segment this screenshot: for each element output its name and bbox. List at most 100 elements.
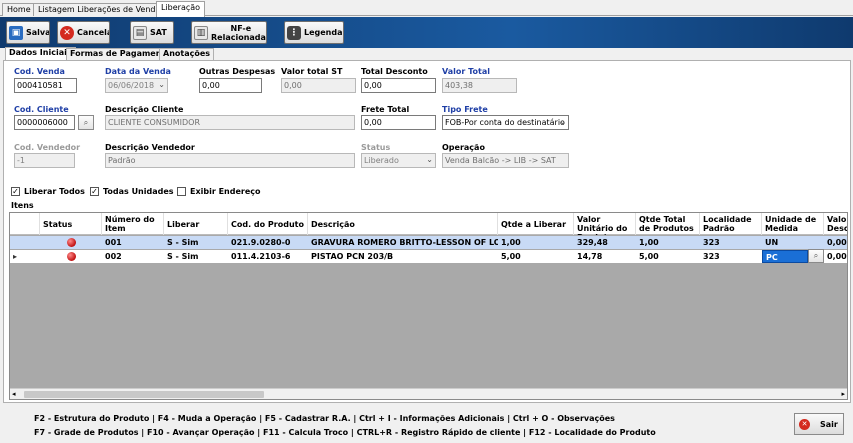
- search-unidade-button[interactable]: ⌕: [808, 249, 824, 263]
- cod-venda-field[interactable]: 000410581: [14, 78, 77, 93]
- descricao-cliente-label: Descrição Cliente: [105, 105, 184, 114]
- traffic-light-icon: ⋮: [287, 25, 301, 40]
- top-tab-bar: Home Listagem Liberações de Venda Libera…: [0, 0, 853, 17]
- valor-total-st-field: 0,00: [281, 78, 356, 93]
- valor-total-st-label: Valor total ST: [281, 67, 343, 76]
- status-icon: [40, 250, 102, 263]
- receipt-icon: ▤: [133, 25, 147, 40]
- col-qtde-liberar[interactable]: Qtde a Liberar: [498, 213, 574, 235]
- col-localidade[interactable]: Localidade Padrão: [700, 213, 762, 235]
- status-icon: [40, 236, 102, 249]
- scroll-thumb[interactable]: [24, 391, 264, 398]
- shortcuts-line-1: F2 - Estrutura do Produto | F4 - Muda a …: [34, 414, 615, 423]
- save-icon: ▣: [9, 25, 23, 40]
- frete-total-field[interactable]: 0,00: [361, 115, 436, 130]
- cell-descricao: GRAVURA ROMERO BRITTO-LESSON OF LOVE-...: [311, 238, 498, 247]
- col-valor-unitario[interactable]: Valor Unitário do Produto: [574, 213, 636, 235]
- col-status[interactable]: Status: [40, 213, 102, 235]
- nfe-relacionadas-button[interactable]: ▥ NF-e Relacionadas: [191, 21, 267, 44]
- row-pointer-icon: ▸: [13, 252, 18, 261]
- valor-total-field: 403,38: [442, 78, 517, 93]
- toolbar: ▣ Salvar ✕ Cancelar ▤ SAT ▥ NF-e Relacio…: [0, 17, 853, 48]
- horizontal-scrollbar[interactable]: ◂ ▸: [10, 388, 847, 399]
- exibir-endereco-checkbox[interactable]: Exibir Endereço: [177, 187, 261, 196]
- col-unidade[interactable]: Unidade de Medida: [762, 213, 824, 235]
- cell-cod-produto: 011.4.2103-6: [231, 252, 291, 261]
- cell-unidade[interactable]: UN: [762, 236, 824, 249]
- scroll-right-icon[interactable]: ▸: [841, 390, 845, 398]
- cod-vendedor-field: -1: [14, 153, 75, 168]
- frete-total-label: Frete Total: [361, 105, 410, 114]
- legends-button[interactable]: ⋮ Legendas: [284, 21, 344, 44]
- total-desconto-field[interactable]: 0,00: [361, 78, 436, 93]
- tipo-frete-select[interactable]: FOB-Por conta do destinatário ⌄: [442, 115, 569, 130]
- col-qtde-total[interactable]: Qtde Total de Produtos: [636, 213, 700, 235]
- cell-qtde-total: 1,00: [639, 238, 659, 247]
- search-cliente-button[interactable]: ⌕: [78, 115, 94, 130]
- cell-liberar[interactable]: S - Sim: [164, 236, 228, 249]
- data-venda-label: Data da Venda: [105, 67, 171, 76]
- cell-localidade: 323: [703, 238, 720, 247]
- cod-cliente-label: Cod. Cliente: [14, 105, 69, 114]
- scroll-left-icon[interactable]: ◂: [12, 390, 16, 398]
- total-desconto-label: Total Desconto: [361, 67, 428, 76]
- tab-anotacoes[interactable]: Anotações: [159, 48, 215, 60]
- sat-button[interactable]: ▤ SAT: [130, 21, 174, 44]
- cell-qtde-total: 5,00: [639, 252, 659, 261]
- cell-qtde-liberar[interactable]: 1,00: [498, 236, 574, 249]
- items-grid: Status Número do Item Liberar Cod. do Pr…: [9, 212, 848, 400]
- chevron-down-icon: ⌄: [158, 80, 165, 89]
- todas-unidades-checkbox[interactable]: ✓ Todas Unidades: [90, 187, 174, 196]
- col-descricao[interactable]: Descrição: [308, 213, 498, 235]
- col-liberar[interactable]: Liberar: [164, 213, 228, 235]
- col-numero-item[interactable]: Número do Item: [102, 213, 164, 235]
- table-row[interactable]: ▸ 002 S - Sim 011.4.2103-6 PISTAO PCN 20…: [10, 249, 847, 263]
- cod-vendedor-label: Cod. Vendedor: [14, 143, 81, 152]
- cell-valor-unitario: 329,48: [577, 238, 608, 247]
- tab-listagem-liberacoes[interactable]: Listagem Liberações de Venda: [33, 3, 166, 16]
- itens-section-label: Itens: [11, 201, 34, 210]
- cell-qtde-liberar[interactable]: 5,00: [498, 250, 574, 263]
- status-select: Liberado ⌄: [361, 153, 436, 168]
- close-icon: ✕: [799, 418, 810, 430]
- status-label: Status: [361, 143, 391, 152]
- outras-despesas-label: Outras Despesas: [199, 67, 276, 76]
- descricao-cliente-field: CLIENTE CONSUMIDOR: [105, 115, 355, 130]
- exit-button[interactable]: ✕ Sair: [794, 413, 844, 435]
- liberar-todos-checkbox[interactable]: ✓ Liberar Todos: [11, 187, 85, 196]
- data-venda-field[interactable]: 06/06/2018 ⌄: [105, 78, 168, 93]
- unidade-edit-field[interactable]: PC: [762, 250, 808, 263]
- checkbox-checked-icon: ✓: [90, 187, 99, 196]
- cell-item: 001: [105, 238, 122, 247]
- col-valor-desc[interactable]: Valor Desc: [824, 213, 847, 235]
- document-icon: ▥: [194, 25, 208, 40]
- chevron-down-icon: ⌄: [559, 117, 566, 126]
- cell-cod-produto: 021.9.0280-0: [231, 238, 291, 247]
- cell-valor-desc: 0,00: [827, 252, 847, 261]
- descricao-vendedor-label: Descrição Vendedor: [105, 143, 195, 152]
- save-button[interactable]: ▣ Salvar: [6, 21, 50, 44]
- tipo-frete-label: Tipo Frete: [442, 105, 488, 114]
- outras-despesas-field[interactable]: 0,00: [199, 78, 262, 93]
- cancel-icon: ✕: [60, 25, 74, 40]
- col-cod-produto[interactable]: Cod. do Produto: [228, 213, 308, 235]
- shortcuts-line-2: F7 - Grade de Produtos | F10 - Avançar O…: [34, 428, 656, 437]
- cancel-button[interactable]: ✕ Cancelar: [57, 21, 110, 44]
- cod-cliente-field[interactable]: 0000006000: [14, 115, 75, 130]
- operacao-field: Venda Balcão -> LIB -> SAT: [442, 153, 569, 168]
- table-row[interactable]: 001 S - Sim 021.9.0280-0 GRAVURA ROMERO …: [10, 236, 847, 249]
- descricao-vendedor-field: Padrão: [105, 153, 355, 168]
- tab-liberacao[interactable]: Liberação: [156, 1, 206, 17]
- tab-home[interactable]: Home: [2, 3, 36, 16]
- cell-liberar[interactable]: S - Sim: [164, 250, 228, 263]
- cell-localidade: 323: [703, 252, 720, 261]
- checkbox-unchecked-icon: [177, 187, 186, 196]
- cod-venda-label: Cod. Venda: [14, 67, 65, 76]
- grid-header: Status Número do Item Liberar Cod. do Pr…: [10, 213, 847, 235]
- valor-total-label: Valor Total: [442, 67, 490, 76]
- operacao-label: Operação: [442, 143, 485, 152]
- cell-descricao: PISTAO PCN 203/B: [311, 252, 394, 261]
- checkbox-checked-icon: ✓: [11, 187, 20, 196]
- cell-valor-unitario: 14,78: [577, 252, 603, 261]
- chevron-down-icon: ⌄: [426, 155, 433, 164]
